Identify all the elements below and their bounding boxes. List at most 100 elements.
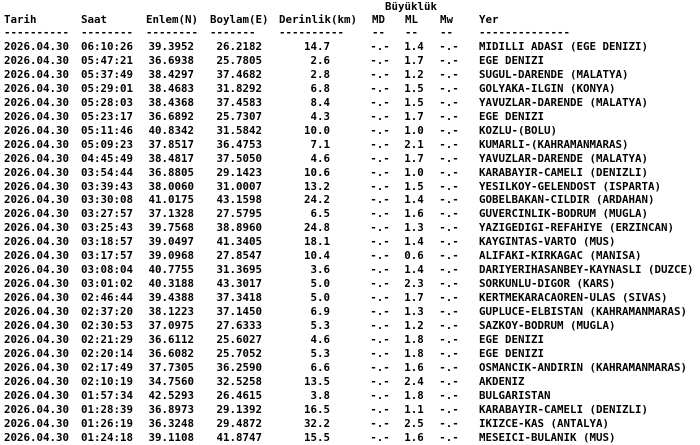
cell-mw: -.-: [439, 81, 459, 95]
cell-time: 01:26:19: [81, 416, 134, 430]
cell-latitude: 37.0975: [148, 319, 194, 332]
cell-mw: -.-: [439, 416, 459, 430]
cell-location: GOLYAKA-ILGIN (KONYA): [479, 81, 616, 95]
cell-mw: -.-: [439, 67, 459, 81]
cell-location: IKIZCE-KAS (ANTALYA): [479, 416, 610, 430]
cell-time: 02:20:14: [81, 346, 134, 360]
cell-date: 2026.04.30: [4, 291, 70, 305]
cell-time: 04:45:49: [81, 151, 134, 165]
cell-latitude: 39.1108: [148, 430, 194, 444]
cell-latitude: 40.8342: [148, 123, 194, 137]
cell-location: SORKUNLU-DIGOR (KARS): [479, 277, 616, 291]
cell-depth: 6.8: [310, 81, 330, 95]
cell-date: 2026.04.30: [4, 165, 70, 179]
separator-ml: --: [405, 26, 419, 39]
cell-location: KAYGINTAS-VARTO (MUS): [479, 235, 616, 249]
cell-ml: 2.3: [404, 277, 424, 291]
table-row: 2026.04.30 02:37:20 38.1223 37.1450 6.9 -.- 1.…: [0, 305, 700, 318]
cell-location: BULGARISTAN: [479, 388, 551, 402]
cell-depth: 14.7: [303, 40, 330, 53]
cell-date: 2026.04.30: [4, 95, 70, 109]
cell-latitude: 36.8805: [148, 165, 194, 179]
cell-md: -.-: [370, 67, 390, 81]
cell-longitude: 37.3418: [216, 291, 262, 305]
cell-latitude: 36.8973: [148, 402, 194, 416]
cell-latitude: 38.4368: [148, 95, 194, 109]
earthquake-listing: Büyüklük Tarih Saat Enlem(N) Boylam(E) D…: [0, 0, 700, 445]
cell-mw: -.-: [439, 207, 459, 221]
cell-time: 02:30:53: [81, 319, 134, 332]
table-row: 2026.04.30 01:57:34 42.5293 26.4615 3.8 -.- 1.…: [0, 389, 700, 402]
cell-longitude: 36.4753: [216, 137, 262, 151]
cell-ml: 1.5: [404, 179, 424, 193]
cell-mw: -.-: [439, 179, 459, 193]
cell-depth: 16.5: [303, 402, 330, 416]
cell-depth: 24.8: [303, 221, 330, 235]
cell-longitude: 31.0007: [216, 179, 262, 193]
cell-mw: -.-: [439, 305, 459, 319]
cell-time: 01:28:39: [81, 402, 134, 416]
cell-date: 2026.04.30: [4, 388, 70, 402]
cell-mw: -.-: [439, 235, 459, 249]
table-row: 2026.04.30 05:47:21 36.6938 25.7805 2.6 -.- 1.…: [0, 54, 700, 67]
cell-longitude: 27.6333: [216, 319, 262, 332]
table-row: 2026.04.30 03:17:57 39.0968 27.8547 10.4 -.- 0…: [0, 249, 700, 262]
cell-depth: 18.1: [303, 235, 330, 249]
cell-latitude: 40.7755: [148, 263, 194, 277]
cell-time: 02:37:20: [81, 305, 134, 319]
table-row: 2026.04.30 01:24:18 39.1108 41.8747 15.5 -.- 1…: [0, 431, 700, 444]
table-row: 2026.04.30 05:09:23 37.8517 36.4753 7.1 -.- 2.…: [0, 138, 700, 151]
cell-ml: 1.5: [404, 81, 424, 95]
cell-longitude: 31.8292: [216, 81, 262, 95]
header-separator-row: ---------- -------- -------- ------- ---…: [0, 26, 700, 39]
cell-md: -.-: [370, 388, 390, 402]
cell-md: -.-: [370, 263, 390, 277]
cell-location: MIDILLI ADASI (EGE DENIZI): [479, 40, 649, 53]
cell-ml: 1.7: [404, 151, 424, 165]
cell-depth: 5.3: [310, 346, 330, 360]
cell-time: 03:01:02: [81, 277, 134, 291]
cell-time: 05:29:01: [81, 81, 134, 95]
cell-date: 2026.04.30: [4, 346, 70, 360]
cell-depth: 5.0: [310, 277, 330, 291]
cell-depth: 10.4: [303, 249, 330, 263]
cell-date: 2026.04.30: [4, 430, 70, 444]
cell-depth: 8.4: [310, 95, 330, 109]
cell-latitude: 36.6938: [148, 53, 194, 67]
table-row: 2026.04.30 05:28:03 38.4368 37.4583 8.4 -.- 1.…: [0, 96, 700, 109]
col-header-ml: ML: [405, 13, 419, 26]
cell-longitude: 37.1450: [216, 305, 262, 319]
cell-location: SAZKOY-BODRUM (MUGLA): [479, 319, 616, 332]
separator-longitude: -------: [210, 26, 256, 39]
cell-longitude: 27.5795: [216, 207, 262, 221]
cell-date: 2026.04.30: [4, 179, 70, 193]
cell-mw: -.-: [439, 123, 459, 137]
cell-longitude: 31.5842: [216, 123, 262, 137]
cell-latitude: 38.4817: [148, 151, 194, 165]
cell-md: -.-: [370, 277, 390, 291]
cell-ml: 1.0: [404, 165, 424, 179]
cell-latitude: 39.4388: [148, 291, 194, 305]
cell-mw: -.-: [439, 346, 459, 360]
cell-depth: 4.3: [310, 109, 330, 123]
cell-date: 2026.04.30: [4, 402, 70, 416]
table-row: 2026.04.30 03:01:02 40.3188 43.3017 5.0 -.- 2.…: [0, 277, 700, 290]
cell-time: 05:47:21: [81, 53, 134, 67]
cell-longitude: 41.8747: [216, 430, 262, 444]
cell-time: 03:27:57: [81, 207, 134, 221]
cell-ml: 1.2: [404, 319, 424, 332]
cell-time: 05:09:23: [81, 137, 134, 151]
cell-ml: 1.6: [404, 207, 424, 221]
cell-date: 2026.04.30: [4, 277, 70, 291]
cell-date: 2026.04.30: [4, 53, 70, 67]
cell-md: -.-: [370, 53, 390, 67]
cell-date: 2026.04.30: [4, 360, 70, 374]
cell-md: -.-: [370, 235, 390, 249]
cell-mw: -.-: [439, 430, 459, 444]
cell-mw: -.-: [439, 53, 459, 67]
cell-ml: 1.5: [404, 95, 424, 109]
cell-longitude: 25.7307: [216, 109, 262, 123]
cell-depth: 3.6: [310, 263, 330, 277]
table-row: 2026.04.30 04:45:49 38.4817 37.5050 4.6 -.- 1.…: [0, 152, 700, 165]
cell-date: 2026.04.30: [4, 235, 70, 249]
